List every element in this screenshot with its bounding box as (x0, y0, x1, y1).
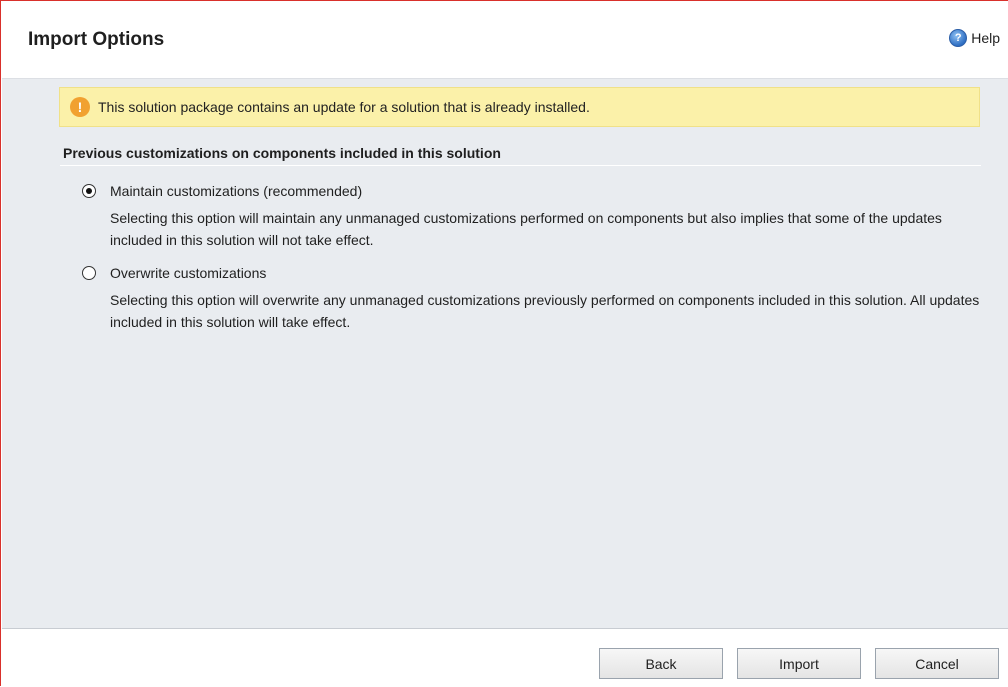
radio-overwrite[interactable] (82, 266, 96, 280)
section-divider (60, 165, 981, 166)
option-overwrite-description: Selecting this option will overwrite any… (110, 292, 980, 330)
option-overwrite-label[interactable]: Overwrite customizations (110, 265, 266, 281)
help-label[interactable]: Help (971, 30, 1000, 46)
help-link[interactable]: ? Help (949, 29, 1000, 47)
dialog-body: ! This solution package contains an upda… (2, 79, 1008, 628)
warning-text: This solution package contains an update… (98, 99, 590, 115)
option-maintain-description: Selecting this option will maintain any … (110, 210, 942, 248)
dialog-title: Import Options (28, 29, 165, 50)
back-button[interactable]: Back (599, 648, 723, 679)
help-icon: ? (949, 29, 968, 47)
dialog-header: Import Options ? Help (2, 2, 1008, 79)
import-options-dialog: Import Options ? Help ! This solution pa… (0, 0, 1008, 687)
warning-banner: ! This solution package contains an upda… (59, 87, 980, 127)
cancel-button[interactable]: Cancel (875, 648, 999, 679)
option-maintain-label[interactable]: Maintain customizations (recommended) (110, 183, 362, 199)
dialog-footer: Back Import Cancel (2, 629, 1008, 687)
import-button[interactable]: Import (737, 648, 861, 679)
section-title: Previous customizations on components in… (63, 145, 501, 161)
radio-maintain[interactable] (82, 184, 96, 198)
warning-icon: ! (70, 97, 90, 117)
